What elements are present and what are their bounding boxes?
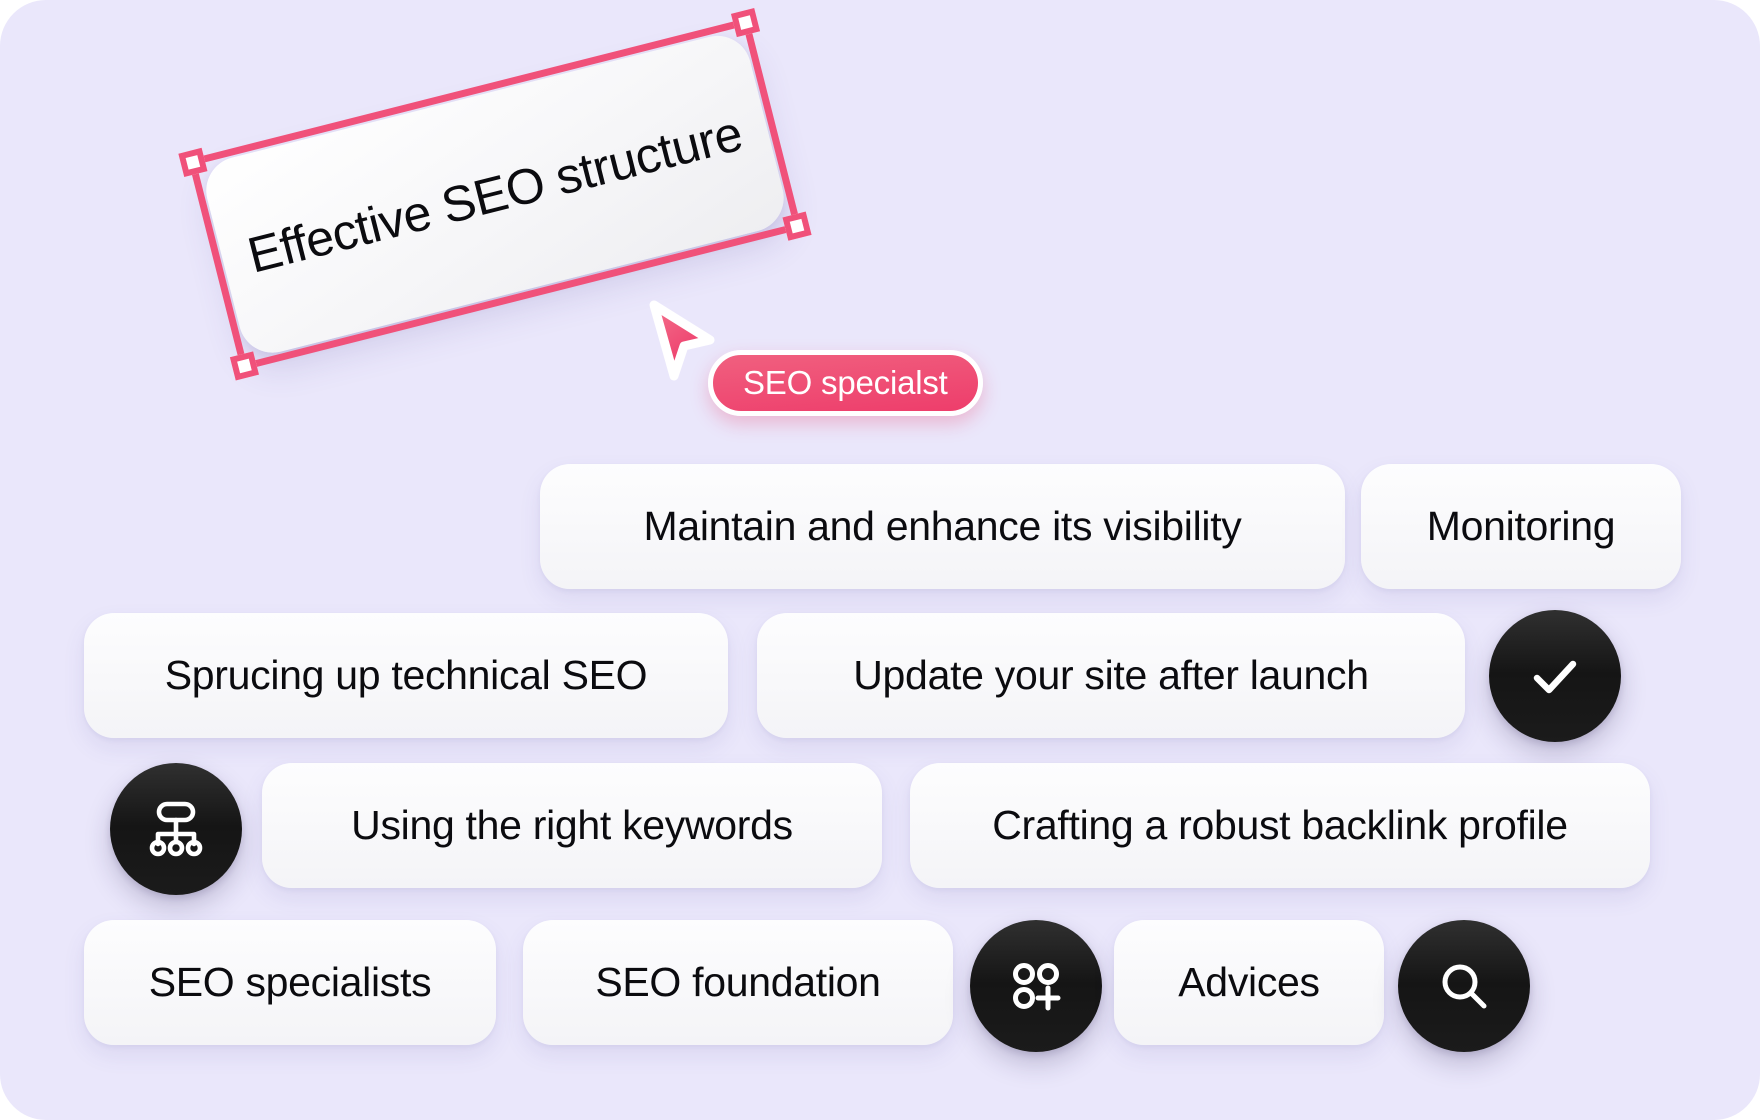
board-canvas: Effective SEO structure SEO specialst Ma… (0, 0, 1760, 1120)
chip-update-site[interactable]: Update your site after launch (757, 613, 1465, 738)
chip-seo-specialists[interactable]: SEO specialists (84, 920, 496, 1045)
search-button[interactable] (1398, 920, 1530, 1052)
chip-right-keywords[interactable]: Using the right keywords (262, 763, 882, 888)
chip-technical-seo[interactable]: Sprucing up technical SEO (84, 613, 728, 738)
cursor-user-badge: SEO specialst (708, 350, 983, 416)
chip-advices[interactable]: Advices (1114, 920, 1384, 1045)
chip-label: Monitoring (1426, 503, 1616, 549)
cursor-user-label: SEO specialst (743, 364, 948, 401)
resize-handle-bottom-right[interactable] (782, 211, 812, 241)
chip-label: Advices (1178, 959, 1320, 1005)
resize-handle-bottom-left[interactable] (229, 351, 260, 381)
chip-maintain-visibility[interactable]: Maintain and enhance its visibility (540, 464, 1345, 589)
chip-monitoring[interactable]: Monitoring (1361, 464, 1681, 589)
chip-label: Maintain and enhance its visibility (643, 503, 1242, 549)
search-icon (1442, 964, 1487, 1009)
chip-label: Sprucing up technical SEO (164, 652, 648, 698)
check-icon (1533, 660, 1577, 694)
chip-label: SEO foundation (595, 959, 881, 1005)
chip-label: Crafting a robust backlink profile (992, 802, 1568, 848)
check-button[interactable] (1489, 610, 1621, 742)
resize-handle-top-left[interactable] (178, 147, 208, 177)
add-items-button[interactable] (970, 920, 1102, 1052)
resize-handle-top-right[interactable] (730, 7, 761, 38)
chip-label: SEO specialists (148, 959, 432, 1005)
pointer-arrow-icon (648, 300, 718, 388)
chip-seo-foundation[interactable]: SEO foundation (523, 920, 953, 1045)
sitemap-button[interactable] (110, 763, 242, 895)
sitemap-icon (149, 801, 203, 857)
add-grid-icon (1013, 963, 1061, 1011)
chip-label: Using the right keywords (351, 802, 793, 848)
chip-backlink-profile[interactable]: Crafting a robust backlink profile (910, 763, 1650, 888)
chip-label: Update your site after launch (853, 652, 1369, 698)
